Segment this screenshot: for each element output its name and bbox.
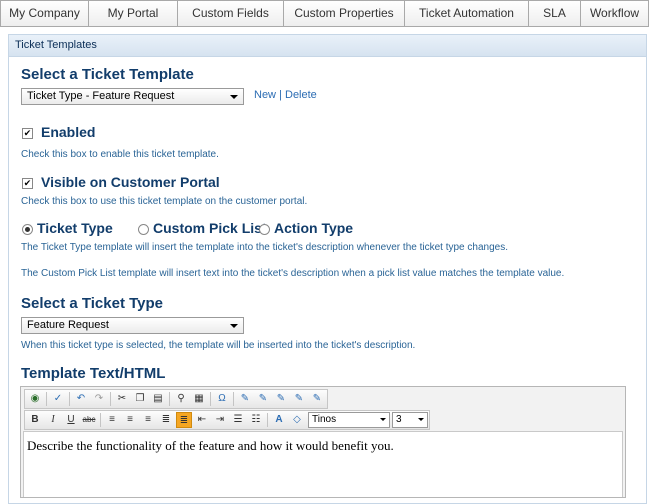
portal-checkbox[interactable]: ✔ bbox=[22, 178, 33, 189]
bold-icon[interactable]: B bbox=[27, 412, 43, 428]
align-center-icon[interactable]: ≡ bbox=[122, 412, 138, 428]
ticket-type-heading: Select a Ticket Type bbox=[21, 295, 164, 312]
ticket-type-select-help: When this ticket type is selected, the t… bbox=[21, 340, 416, 351]
check-icon: ✔ bbox=[23, 128, 32, 138]
toolbar-separator bbox=[267, 413, 268, 427]
template-select-heading: Select a Ticket Template bbox=[21, 66, 194, 83]
copy-icon[interactable]: ❐ bbox=[132, 391, 148, 407]
template-select[interactable]: Ticket Type - Feature Request bbox=[21, 88, 244, 105]
chevron-down-icon bbox=[380, 418, 386, 421]
table-icon[interactable]: ✎ bbox=[273, 391, 289, 407]
find-icon[interactable]: ⚲ bbox=[173, 391, 189, 407]
enabled-checkbox[interactable]: ✔ bbox=[22, 128, 33, 139]
font-family-value: Tinos bbox=[312, 414, 337, 425]
tab-my-company[interactable]: My Company bbox=[0, 0, 88, 27]
font-color-icon[interactable]: A bbox=[271, 412, 287, 428]
numbered-list-icon[interactable]: ☰ bbox=[230, 412, 246, 428]
font-size-value: 3 bbox=[396, 414, 402, 425]
toolbar-separator bbox=[110, 392, 111, 406]
check-icon: ✔ bbox=[23, 178, 32, 188]
radio-action-type[interactable] bbox=[259, 224, 270, 235]
rich-text-editor: ◉ ✓ ↶ ↷ ✂ ❐ ▤ ⚲ ▦ Ω ✎ ✎ ✎ ✎ ✎ B I U abc … bbox=[20, 386, 626, 498]
toolbar-separator bbox=[100, 413, 101, 427]
image-icon[interactable]: ✎ bbox=[255, 391, 271, 407]
editor-content[interactable]: Describe the functionality of the featur… bbox=[23, 431, 623, 497]
redo-icon[interactable]: ↷ bbox=[91, 391, 107, 407]
portal-label: Visible on Customer Portal bbox=[41, 174, 220, 190]
font-size-select[interactable]: 3 bbox=[392, 412, 428, 428]
media-icon[interactable]: ✎ bbox=[291, 391, 307, 407]
bullet-list-icon[interactable]: ☷ bbox=[248, 412, 264, 428]
template-select-value: Ticket Type - Feature Request bbox=[27, 90, 175, 102]
highlight-icon[interactable]: ◇ bbox=[289, 412, 305, 428]
tab-custom-fields[interactable]: Custom Fields bbox=[177, 0, 283, 27]
chevron-down-icon bbox=[230, 324, 238, 328]
ticket-type-select[interactable]: Feature Request bbox=[21, 317, 244, 334]
ticket-type-help: The Ticket Type template will insert the… bbox=[21, 242, 508, 253]
undo-icon[interactable]: ↶ bbox=[73, 391, 89, 407]
align-left-icon[interactable]: ≡ bbox=[104, 412, 120, 428]
hr-icon[interactable]: ✎ bbox=[309, 391, 325, 407]
paste-icon[interactable]: ▤ bbox=[150, 391, 166, 407]
new-template-link[interactable]: New bbox=[254, 89, 276, 101]
format-block-icon[interactable]: ≣ bbox=[176, 412, 192, 428]
template-text-heading: Template Text/HTML bbox=[21, 365, 166, 382]
outdent-icon[interactable]: ⇤ bbox=[194, 412, 210, 428]
radio-ticket-type[interactable] bbox=[22, 224, 33, 235]
font-family-select[interactable]: Tinos bbox=[308, 412, 390, 428]
radio-ticket-type-label: Ticket Type bbox=[37, 220, 113, 236]
special-char-icon[interactable]: Ω bbox=[214, 391, 230, 407]
radio-custom-pick-list-label: Custom Pick List bbox=[153, 220, 267, 236]
tab-workflow[interactable]: Workflow bbox=[580, 0, 649, 27]
enabled-help: Check this box to enable this ticket tem… bbox=[21, 149, 219, 160]
italic-icon[interactable]: I bbox=[45, 412, 61, 428]
toolbar-separator bbox=[169, 392, 170, 406]
toolbar-group-source: ◉ ✓ ↶ ↷ ✂ ❐ ▤ ⚲ ▦ Ω ✎ ✎ ✎ ✎ ✎ bbox=[24, 389, 328, 409]
toolbar-separator bbox=[210, 392, 211, 406]
tab-ticket-automation[interactable]: Ticket Automation bbox=[404, 0, 528, 27]
enabled-label: Enabled bbox=[41, 124, 96, 140]
strikethrough-icon[interactable]: abc bbox=[81, 412, 97, 428]
tab-my-portal[interactable]: My Portal bbox=[88, 0, 177, 27]
toolbar-group-format: B I U abc ≡ ≡ ≡ ≣ ≣ ⇤ ⇥ ☰ ☷ A ◇ Tinos 3 bbox=[24, 410, 430, 430]
toolbar-row-2: B I U abc ≡ ≡ ≡ ≣ ≣ ⇤ ⇥ ☰ ☷ A ◇ Tinos 3 bbox=[21, 410, 625, 430]
toolbar-separator bbox=[69, 392, 70, 406]
link-icon[interactable]: ✎ bbox=[237, 391, 253, 407]
toolbar-separator bbox=[46, 392, 47, 406]
chevron-down-icon bbox=[230, 95, 238, 99]
radio-action-type-label: Action Type bbox=[274, 220, 354, 236]
toolbar-row-1: ◉ ✓ ↶ ↷ ✂ ❐ ▤ ⚲ ▦ Ω ✎ ✎ ✎ ✎ ✎ bbox=[21, 389, 625, 409]
cut-icon[interactable]: ✂ bbox=[114, 391, 130, 407]
template-actions: New | Delete bbox=[254, 89, 317, 101]
chevron-down-icon bbox=[418, 418, 424, 421]
indent-icon[interactable]: ⇥ bbox=[212, 412, 228, 428]
editor-text: Describe the functionality of the featur… bbox=[27, 438, 394, 453]
select-all-icon[interactable]: ▦ bbox=[191, 391, 207, 407]
pick-list-help: The Custom Pick List template will inser… bbox=[21, 268, 565, 279]
tab-custom-properties[interactable]: Custom Properties bbox=[283, 0, 404, 27]
underline-icon[interactable]: U bbox=[63, 412, 79, 428]
spellcheck-icon[interactable]: ✓ bbox=[50, 391, 66, 407]
delete-template-link[interactable]: Delete bbox=[285, 89, 317, 101]
portal-help: Check this box to use this ticket templa… bbox=[21, 196, 308, 207]
toolbar-separator bbox=[233, 392, 234, 406]
align-right-icon[interactable]: ≡ bbox=[140, 412, 156, 428]
radio-custom-pick-list[interactable] bbox=[138, 224, 149, 235]
align-justify-icon[interactable]: ≣ bbox=[158, 412, 174, 428]
top-tabs: My Company My Portal Custom Fields Custo… bbox=[0, 0, 649, 27]
link-divider: | bbox=[279, 89, 282, 101]
tab-sla[interactable]: SLA bbox=[528, 0, 580, 27]
panel-header: Ticket Templates bbox=[9, 35, 646, 57]
source-icon[interactable]: ◉ bbox=[27, 391, 43, 407]
ticket-type-select-value: Feature Request bbox=[27, 319, 109, 331]
